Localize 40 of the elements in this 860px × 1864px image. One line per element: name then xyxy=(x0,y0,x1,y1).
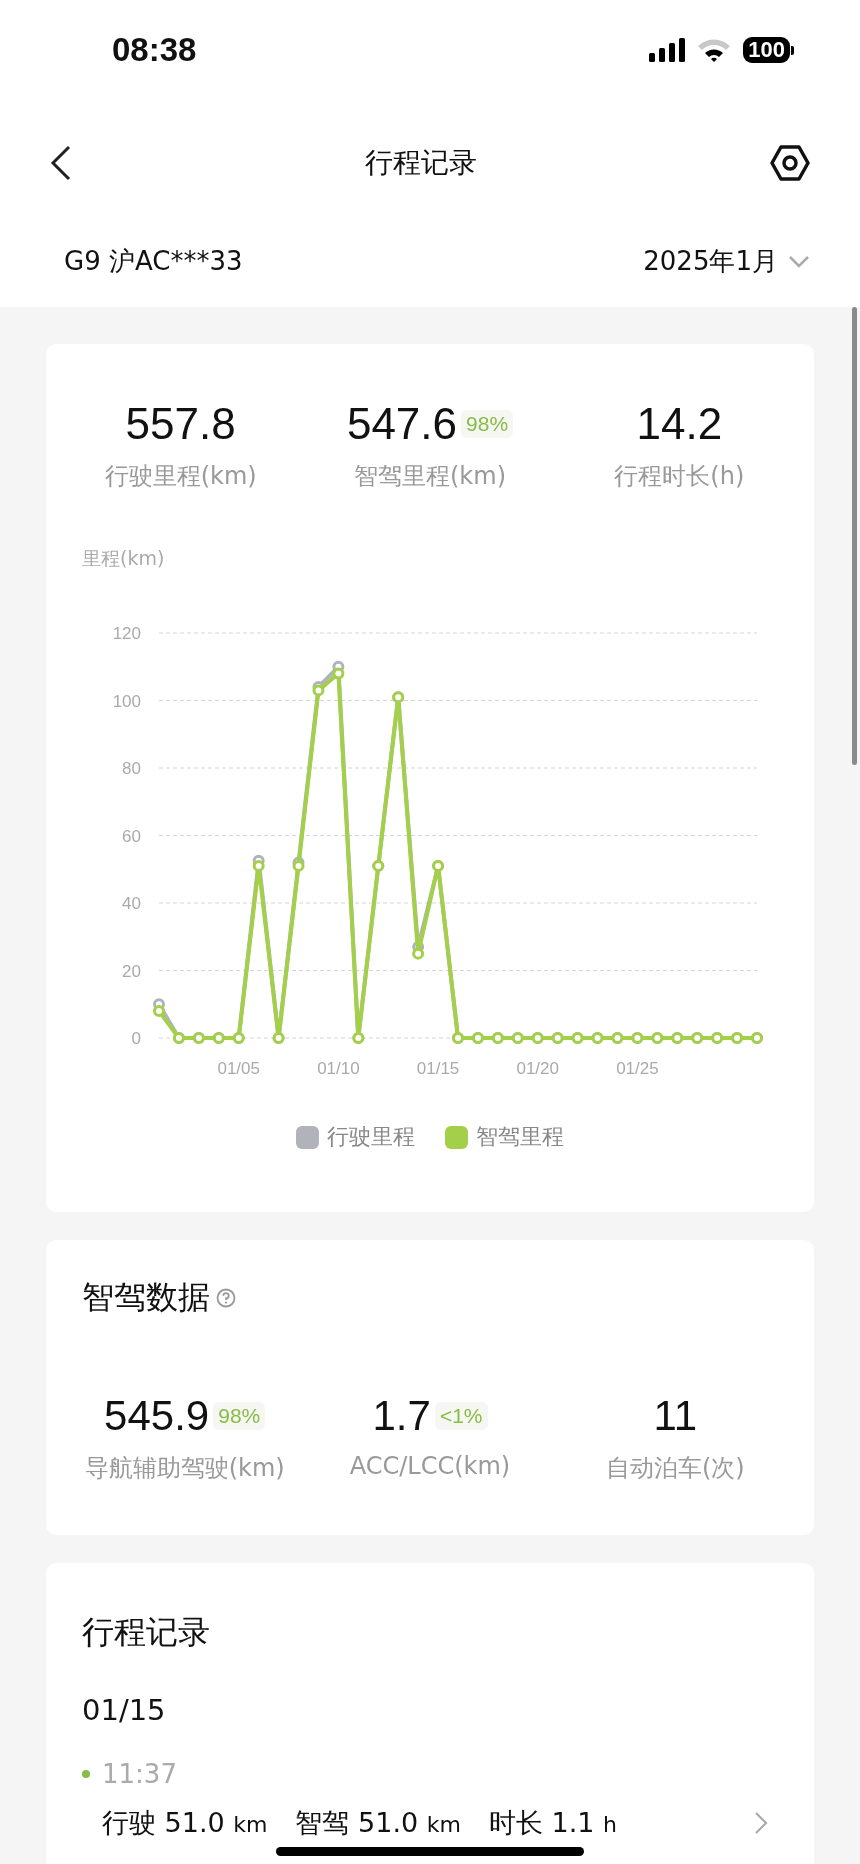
stat-label: 行驶里程(km) xyxy=(104,461,257,492)
stat-value: 1.7 xyxy=(372,1392,431,1440)
section-title: 智驾数据 xyxy=(82,1277,210,1318)
x-tick-label: 01/05 xyxy=(217,1059,260,1078)
stat-label: ACC/LCC(km) xyxy=(349,1452,511,1480)
percent-badge: 98% xyxy=(461,410,514,438)
x-tick-label: 01/15 xyxy=(416,1059,460,1078)
trip-stat: 行驶 51.0 km xyxy=(102,1806,268,1840)
section-title: 行程记录 xyxy=(82,1612,211,1653)
trip-stat: 时长 1.1 h xyxy=(488,1806,617,1840)
stat-label: 行程时长(h) xyxy=(614,461,745,492)
stat-value: 14.2 xyxy=(636,399,723,449)
page-title: 行程记录 xyxy=(365,145,477,181)
stat-value: 557.8 xyxy=(125,399,236,449)
percent-badge: <1% xyxy=(434,1402,488,1430)
x-tick-label: 01/25 xyxy=(616,1059,659,1078)
y-tick-label: 80 xyxy=(122,759,141,778)
legend-label: 行驶里程 xyxy=(327,1123,415,1151)
stat-value: 545.9 xyxy=(104,1392,210,1440)
trip-stat: 智驾 51.0 km xyxy=(295,1806,461,1840)
trip-time: 11:37 xyxy=(102,1759,177,1789)
y-tick-label: 100 xyxy=(112,691,141,711)
stat-label: 导航辅助驾驶(km) xyxy=(84,1453,285,1484)
stat-label: 智驾里程(km) xyxy=(354,461,506,492)
y-tick-label: 20 xyxy=(122,961,141,981)
percent-badge: 98% xyxy=(213,1402,266,1430)
y-tick-label: 0 xyxy=(131,1029,141,1048)
y-tick-label: 120 xyxy=(112,624,141,643)
axis-label: 里程(km) xyxy=(82,546,165,571)
stat-label: 自动泊车(次) xyxy=(605,1453,745,1484)
stat-value: 11 xyxy=(653,1392,698,1440)
legend-label: 智驾里程 xyxy=(476,1123,564,1151)
trip-date: 01/15 xyxy=(82,1693,167,1727)
vehicle-label: G9 沪AC***33 xyxy=(64,245,243,278)
x-tick-label: 01/10 xyxy=(317,1059,360,1078)
x-tick-label: 01/20 xyxy=(516,1059,559,1078)
stat-value: 547.6 xyxy=(346,399,458,449)
y-tick-label: 60 xyxy=(122,826,141,846)
status-time: 08:38 xyxy=(112,31,197,69)
y-tick-label: 40 xyxy=(122,894,141,913)
